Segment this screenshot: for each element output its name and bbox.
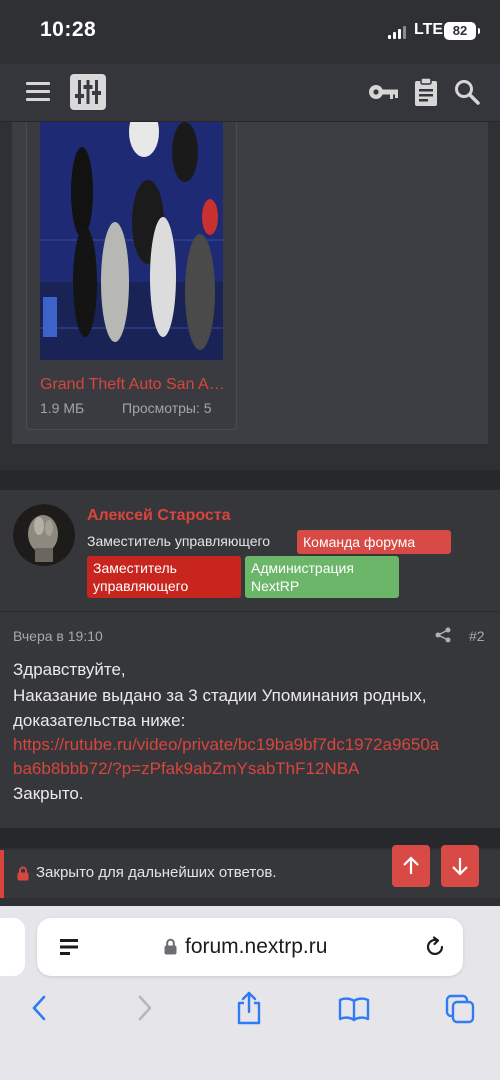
lock-icon xyxy=(17,866,29,881)
network-label: LTE xyxy=(414,21,444,38)
thread-closed-text: Закрыто для дальнейших ответов. xyxy=(36,864,277,881)
menu-icon[interactable] xyxy=(26,82,50,102)
attachment-views: Просмотры: 5 xyxy=(122,400,212,416)
content-bottom-edge xyxy=(0,898,500,906)
signal-icon xyxy=(388,26,408,39)
post-separator xyxy=(0,470,500,490)
avatar[interactable] xyxy=(13,504,75,566)
scroll-up-button[interactable] xyxy=(392,845,430,887)
user-title: Заместитель управляющего xyxy=(87,533,271,549)
reload-icon[interactable] xyxy=(423,935,447,959)
badge-forum-team-label: Команда форума xyxy=(303,534,416,550)
badge-deputy-line-1: Заместитель xyxy=(93,560,177,576)
search-icon[interactable] xyxy=(454,79,480,105)
attachment-title[interactable]: Grand Theft Auto San Andreas xyxy=(40,376,225,394)
arrow-down-icon xyxy=(452,858,468,876)
badge-deputy-manager: Заместитель управляющего xyxy=(87,556,241,598)
back-icon[interactable] xyxy=(26,990,58,1026)
badge-admin-line-1: Администрация xyxy=(251,560,354,576)
post-text-line: Наказание выдано за 3 стадии Упоминания … xyxy=(13,686,427,705)
badge-forum-team: Команда форума xyxy=(297,530,451,554)
attachment-size: 1.9 МБ xyxy=(40,400,85,416)
attachment-thumbnail[interactable] xyxy=(40,122,223,360)
arrow-up-icon xyxy=(403,856,419,874)
equalizer-logo-icon[interactable] xyxy=(70,74,106,110)
reader-icon[interactable] xyxy=(58,937,80,957)
user-name[interactable]: Алексей Староста xyxy=(87,507,231,525)
badge-admin-line-2: NextRP xyxy=(251,578,300,594)
video-link[interactable]: https://rutube.ru/video/private/bc19ba9b… xyxy=(13,735,439,755)
post-text-line: доказательства ниже: xyxy=(13,711,186,730)
post-number[interactable]: #2 xyxy=(469,628,485,644)
share-icon[interactable] xyxy=(435,627,451,643)
post-text-line: Здравствуйте, xyxy=(13,660,126,679)
previous-tab-preview[interactable] xyxy=(0,918,25,976)
bookmarks-icon[interactable] xyxy=(338,990,370,1026)
badge-administration: Администрация NextRP xyxy=(245,556,399,598)
tabs-icon[interactable] xyxy=(444,990,476,1026)
status-time: 10:28 xyxy=(40,18,97,41)
video-link-continued[interactable]: ba6b8bbb72/?p=zPfak9abZmYsabThF12NBA xyxy=(13,759,359,779)
key-icon[interactable] xyxy=(368,80,400,104)
share-sheet-icon[interactable] xyxy=(233,990,265,1026)
battery-indicator: 82 xyxy=(444,22,480,40)
badge-deputy-line-2: управляющего xyxy=(93,578,189,594)
lock-icon xyxy=(164,938,177,955)
url-text[interactable]: forum.nextrp.ru xyxy=(185,935,327,959)
forward-icon[interactable] xyxy=(130,990,162,1026)
post-closing-text: Закрыто. xyxy=(13,784,84,803)
post-date[interactable]: Вчера в 19:10 xyxy=(13,628,103,644)
scroll-down-button[interactable] xyxy=(441,845,479,887)
app-bar xyxy=(0,64,500,122)
clipboard-icon[interactable] xyxy=(414,77,438,107)
